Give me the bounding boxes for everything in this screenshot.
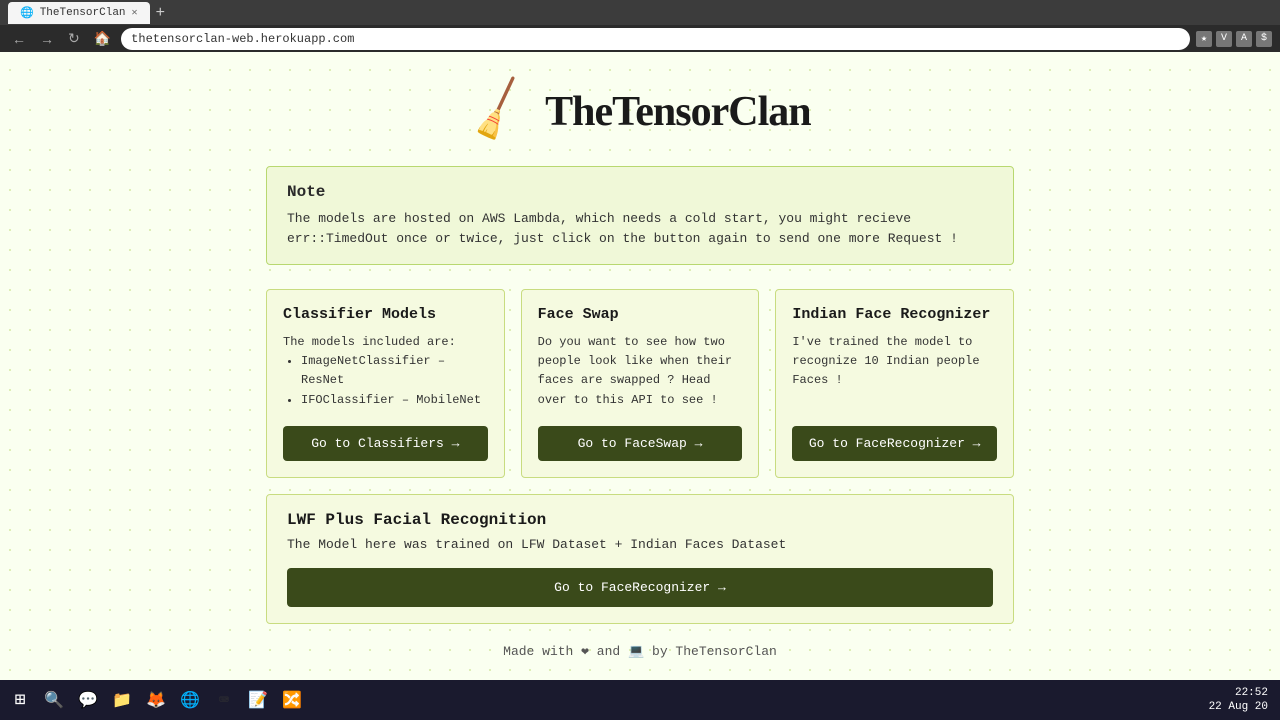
system-tray: 22:52 22 Aug 20 xyxy=(1209,686,1276,715)
broom-icon: 🧹 xyxy=(461,74,538,151)
footer-and: and xyxy=(597,644,620,659)
go-to-facerecognizer-wide-button[interactable]: Go to FaceRecognizer → xyxy=(287,568,993,607)
taskbar-firefox[interactable]: 🦊 xyxy=(140,684,172,716)
classifier-card-title: Classifier Models xyxy=(283,306,488,323)
classifier-card-body: The models included are: ImageNetClassif… xyxy=(283,333,488,410)
tab-favicon: 🌐 xyxy=(20,6,34,20)
classifier-item-2: IFOClassifier – MobileNet xyxy=(301,391,488,410)
footer-made-with: Made with xyxy=(503,644,581,659)
taskbar-terminal[interactable]: ⌨ xyxy=(208,684,240,716)
faceswap-card-title: Face Swap xyxy=(538,306,743,323)
facerecognizer-card-title: Indian Face Recognizer xyxy=(792,306,997,323)
taskbar-search[interactable]: 🔍 xyxy=(38,684,70,716)
tab-title: TheTensorClan xyxy=(40,7,126,19)
refresh-button[interactable]: ↻ xyxy=(64,28,84,49)
faceswap-card-body: Do you want to see how two people look l… xyxy=(538,333,743,410)
footer-heart-icon: ❤ xyxy=(581,644,589,659)
note-title: Note xyxy=(287,183,993,201)
classifier-intro: The models included are: xyxy=(283,335,456,349)
footer: Made with ❤ and 💻 by TheTensorClan xyxy=(266,644,1014,659)
taskbar-git[interactable]: 🔀 xyxy=(276,684,308,716)
tab-close-icon[interactable]: ✕ xyxy=(132,7,138,19)
taskbar-files[interactable]: 📁 xyxy=(106,684,138,716)
footer-by: by TheTensorClan xyxy=(652,644,777,659)
start-button[interactable]: ⊞ xyxy=(4,684,36,716)
toolbar-icon-4[interactable]: $ xyxy=(1256,31,1272,47)
home-button[interactable]: 🏠 xyxy=(90,28,115,49)
tab-bar: 🌐 TheTensorClan ✕ + xyxy=(0,0,1280,25)
taskbar: ⊞ 🔍 💬 📁 🦊 🌐 ⌨ 📝 🔀 22:52 22 Aug 20 xyxy=(0,680,1280,720)
active-tab[interactable]: 🌐 TheTensorClan ✕ xyxy=(8,2,150,24)
lwf-title: LWF Plus Facial Recognition xyxy=(287,511,993,529)
facerecognizer-card-body: I've trained the model to recognize 10 I… xyxy=(792,333,997,410)
site-title: TheTensorClan xyxy=(545,88,811,136)
go-to-classifiers-button[interactable]: Go to Classifiers → xyxy=(283,426,488,461)
url-text: thetensorclan-web.herokuapp.com xyxy=(131,32,354,46)
note-text: The models are hosted on AWS Lambda, whi… xyxy=(287,209,993,248)
facerecognizer-card: Indian Face Recognizer I've trained the … xyxy=(775,289,1014,478)
site-header: 🧹 TheTensorClan xyxy=(266,82,1014,142)
browser-chrome: 🌐 TheTensorClan ✕ + ← → ↻ 🏠 thetensorcla… xyxy=(0,0,1280,52)
classifier-card: Classifier Models The models included ar… xyxy=(266,289,505,478)
taskbar-cortana[interactable]: 💬 xyxy=(72,684,104,716)
clock-time: 22:52 xyxy=(1209,686,1268,700)
clock-date: 22 Aug 20 xyxy=(1209,700,1268,714)
new-tab-button[interactable]: + xyxy=(150,4,171,22)
classifier-item-1: ImageNetClassifier – ResNet xyxy=(301,352,488,390)
taskbar-edge[interactable]: 🌐 xyxy=(174,684,206,716)
go-to-facerecognizer-button[interactable]: Go to FaceRecognizer → xyxy=(792,426,997,461)
forward-button[interactable]: → xyxy=(36,29,58,49)
lwf-body: The Model here was trained on LFW Datase… xyxy=(287,537,993,552)
toolbar-icon-2[interactable]: V xyxy=(1216,31,1232,47)
footer-laptop-icon: 💻 xyxy=(628,644,644,659)
go-to-faceswap-button[interactable]: Go to FaceSwap → xyxy=(538,426,743,461)
address-bar: ← → ↻ 🏠 thetensorclan-web.herokuapp.com … xyxy=(0,25,1280,52)
note-box: Note The models are hosted on AWS Lambda… xyxy=(266,166,1014,265)
toolbar-icon-3[interactable]: A xyxy=(1236,31,1252,47)
toolbar-icon-1[interactable]: ★ xyxy=(1196,31,1212,47)
lwf-section: LWF Plus Facial Recognition The Model he… xyxy=(266,494,1014,624)
page-content: 🧹 TheTensorClan Note The models are host… xyxy=(250,52,1030,699)
system-clock: 22:52 22 Aug 20 xyxy=(1209,686,1268,715)
faceswap-card: Face Swap Do you want to see how two peo… xyxy=(521,289,760,478)
browser-toolbar-icons: ★ V A $ xyxy=(1196,31,1272,47)
taskbar-vscode[interactable]: 📝 xyxy=(242,684,274,716)
cards-row: Classifier Models The models included ar… xyxy=(266,289,1014,478)
back-button[interactable]: ← xyxy=(8,29,30,49)
url-bar[interactable]: thetensorclan-web.herokuapp.com xyxy=(121,28,1190,50)
